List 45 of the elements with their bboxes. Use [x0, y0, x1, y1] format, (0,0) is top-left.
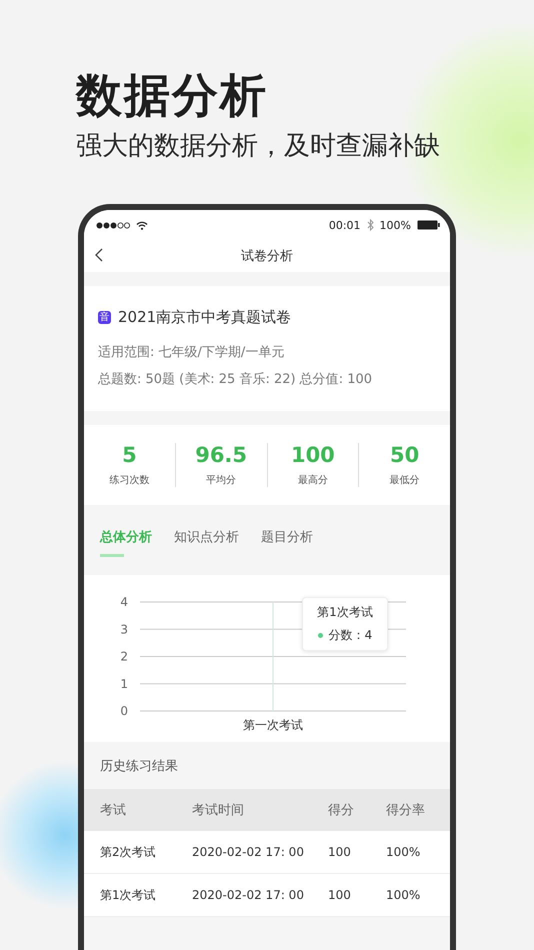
- column-header: 得分: [328, 802, 355, 819]
- stat-label: 平均分: [206, 474, 236, 487]
- analysis-tab[interactable]: 知识点分析: [174, 524, 239, 556]
- paper-title: 2021南京市中考真题试卷: [118, 308, 292, 327]
- table-cell-text: 100%: [386, 845, 422, 859]
- stat-label: 最低分: [390, 474, 420, 487]
- bluetooth-icon: [366, 219, 374, 231]
- axis-label: 3: [120, 622, 128, 636]
- column-header: 考试: [100, 802, 127, 819]
- tooltip-title: 第1次考试: [317, 604, 373, 621]
- table-cell-text: 100%: [386, 888, 422, 902]
- section-title: 历史练习结果: [99, 758, 179, 776]
- headline: 数据分析: [76, 67, 269, 124]
- column-header: 得分率: [386, 802, 426, 819]
- clock-time: 00:01: [328, 218, 361, 232]
- stat-value: 5: [122, 443, 137, 467]
- axis-label: 1: [120, 676, 128, 691]
- back-icon[interactable]: [95, 248, 103, 262]
- axis-label: 0: [120, 704, 128, 718]
- stat-value: 50: [390, 443, 420, 467]
- table-cell-text: 100: [328, 888, 352, 902]
- stat-label: 最高分: [298, 474, 328, 487]
- stat-label: 练习次数: [109, 474, 150, 487]
- battery-icon: [417, 220, 440, 230]
- analysis-tab[interactable]: 题目分析: [261, 524, 313, 556]
- table-cell-text: 第2次考试: [100, 844, 157, 860]
- table-cell-text: 第1次考试: [100, 886, 157, 904]
- wifi-icon: [136, 220, 148, 230]
- table-cell-text: 2020-02-02 17: 00: [192, 888, 305, 902]
- axis-label: 第一次考试: [243, 718, 303, 732]
- tooltip-value: 分数：4: [328, 627, 372, 644]
- subject-badge: 音: [98, 311, 111, 324]
- column-header: 考试时间: [192, 802, 245, 819]
- battery-percent: 100%: [380, 218, 411, 232]
- page-title: 试卷分析: [241, 248, 293, 265]
- stat-value: 100: [290, 443, 335, 467]
- stat-value: 96.5: [195, 443, 248, 467]
- paper-summary: 总题数: 50题 (美术: 25 音乐: 22) 总分值: 100: [98, 371, 374, 389]
- subtitle: 强大的数据分析，及时查漏补缺: [76, 130, 441, 163]
- axis-label: 2: [120, 650, 128, 664]
- signal-icon: [96, 222, 130, 228]
- table-cell-text: 100: [328, 845, 352, 859]
- paper-scope: 适用范围: 七年级/下学期/一单元: [98, 344, 286, 362]
- axis-label: 4: [120, 595, 128, 609]
- table-cell-text: 2020-02-02 17: 00: [192, 845, 305, 859]
